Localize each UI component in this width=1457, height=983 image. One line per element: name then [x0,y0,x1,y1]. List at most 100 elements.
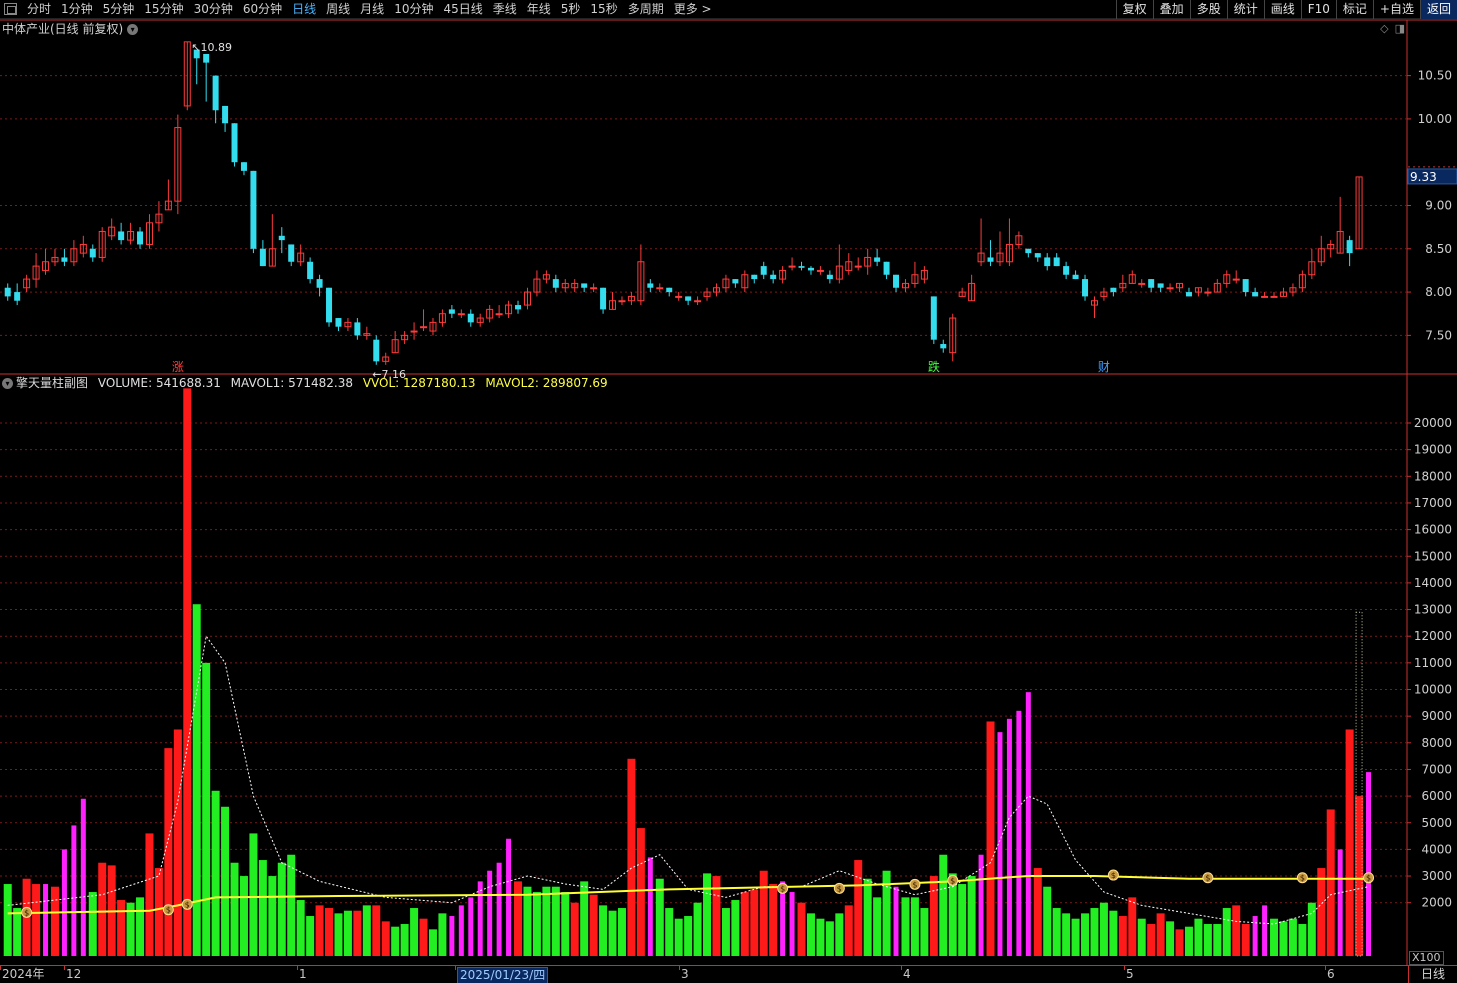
period-tab-7[interactable]: 周线 [321,0,355,19]
volume-bar [334,913,343,956]
toolbar-button-5[interactable]: F10 [1300,0,1336,19]
toolbar-right-buttons: 复权 叠加 多股 统计 画线 F10 标记 +自选 返回 [1115,0,1457,19]
volume-bar [1137,918,1146,956]
toolbar-button-0[interactable]: 复权 [1115,0,1153,19]
period-tab-9[interactable]: 10分钟 [389,0,438,19]
candle-body [958,291,966,297]
period-label[interactable]: 日线 [1408,965,1457,983]
volume-bar [920,908,929,956]
volume-bar [296,900,305,956]
date-tick [297,966,298,970]
candle-body [212,75,219,111]
period-tab-2[interactable]: 5分钟 [98,0,140,19]
volume-bar [523,886,532,956]
volume-bar [136,897,145,956]
candle-body [788,265,796,268]
window-layout-icon[interactable] [4,3,17,15]
candle-body [61,257,68,262]
toolbar-button-3[interactable]: 统计 [1226,0,1264,19]
candle-body [1100,291,1108,297]
toolbar-button-7[interactable]: +自选 [1372,0,1420,19]
volume-bar [997,732,1003,956]
volume-bar [882,870,891,956]
coin-marker-glyph: $ [950,876,955,885]
volume-bar [712,876,721,956]
mavol2-line [7,875,1369,915]
candle-body [420,326,428,329]
volume-bar [1090,908,1099,956]
volume-bar [3,884,12,956]
candle-body [307,261,314,280]
volume-bar [1222,908,1231,956]
title-dropdown-icon[interactable]: ▾ [127,24,139,35]
candle-body [1298,274,1306,289]
period-tab-15[interactable]: 多周期 [623,0,669,19]
event-marker-box [926,359,941,373]
candle-body [656,287,664,290]
volume-bar [107,865,116,956]
toolbar-button-2[interactable]: 多股 [1189,0,1227,19]
period-tab-0[interactable]: 分时 [22,0,56,19]
period-tab-10[interactable]: 45日线 [438,0,487,19]
period-tab-6[interactable]: 日线 [287,0,321,19]
candle-body [977,252,985,263]
period-tab-5[interactable]: 60分钟 [238,0,287,19]
candle-body [1015,235,1023,245]
coin-marker-glyph: $ [185,900,190,909]
candle-body [826,274,833,280]
period-tab-14[interactable]: 15秒 [585,0,622,19]
period-tab-11[interactable]: 季线 [488,0,522,19]
volume-bar [893,886,899,956]
main-pane-controls: ◇ ◨ [1374,22,1405,35]
volume-bar [939,854,948,956]
candle-body [901,282,909,289]
candle-body [23,278,31,289]
volume-bar [561,892,570,956]
maximize-icon[interactable]: ◨ [1395,22,1405,35]
volume-bar [419,918,428,956]
period-tab-13[interactable]: 5秒 [556,0,586,19]
candle-body [590,287,598,290]
volume-bar [43,884,49,956]
volume-bar [1166,921,1175,956]
period-tab-3[interactable]: 15分钟 [139,0,188,19]
volume-bar [1006,718,1012,956]
event-marker-2: 财 [1098,360,1110,374]
indicator-dropdown-icon[interactable]: ▾ [2,378,13,389]
volume-bar [1252,916,1258,956]
toolbar-button-1[interactable]: 叠加 [1152,0,1190,19]
volume-bar [428,929,437,956]
price-axis-label: 9.00 [1425,198,1452,212]
volume-bar [948,873,957,956]
period-tab-12[interactable]: 年线 [522,0,556,19]
candle-body [552,279,559,288]
candle-body [335,318,342,327]
candle-body [1279,291,1287,297]
period-tab-4[interactable]: 30分钟 [189,0,238,19]
candle-body [685,296,692,301]
toolbar-button-4[interactable]: 画线 [1263,0,1301,19]
volume-axis-label: 17000 [1414,496,1452,510]
volume-bar [183,388,192,957]
candle-body [4,287,11,297]
volume-bar [468,897,474,956]
volume-axis-label: 4000 [1421,842,1452,856]
chart-canvas: 10.5010.009.008.508.007.509.33↖10.89←7.1… [0,19,1457,965]
candle-body [1327,243,1335,250]
candle-body [1053,257,1060,267]
candle-body [14,292,21,301]
toolbar-button-6[interactable]: 标记 [1335,0,1373,19]
toolbar-button-8[interactable]: 返回 [1419,0,1457,19]
period-tab-1[interactable]: 1分钟 [56,0,98,19]
date-tick [0,966,1,970]
projected-volume-outline [1355,611,1363,957]
period-tab-8[interactable]: 月线 [355,0,389,19]
diamond-icon[interactable]: ◇ [1380,22,1388,35]
candle-body [940,344,947,349]
volume-bar [353,910,362,956]
volume-bar [1232,905,1241,956]
period-tab-16[interactable]: 更多 > [669,0,717,19]
volume-bar [487,870,493,956]
volume-bar [449,916,455,956]
candle-body [1308,261,1316,276]
